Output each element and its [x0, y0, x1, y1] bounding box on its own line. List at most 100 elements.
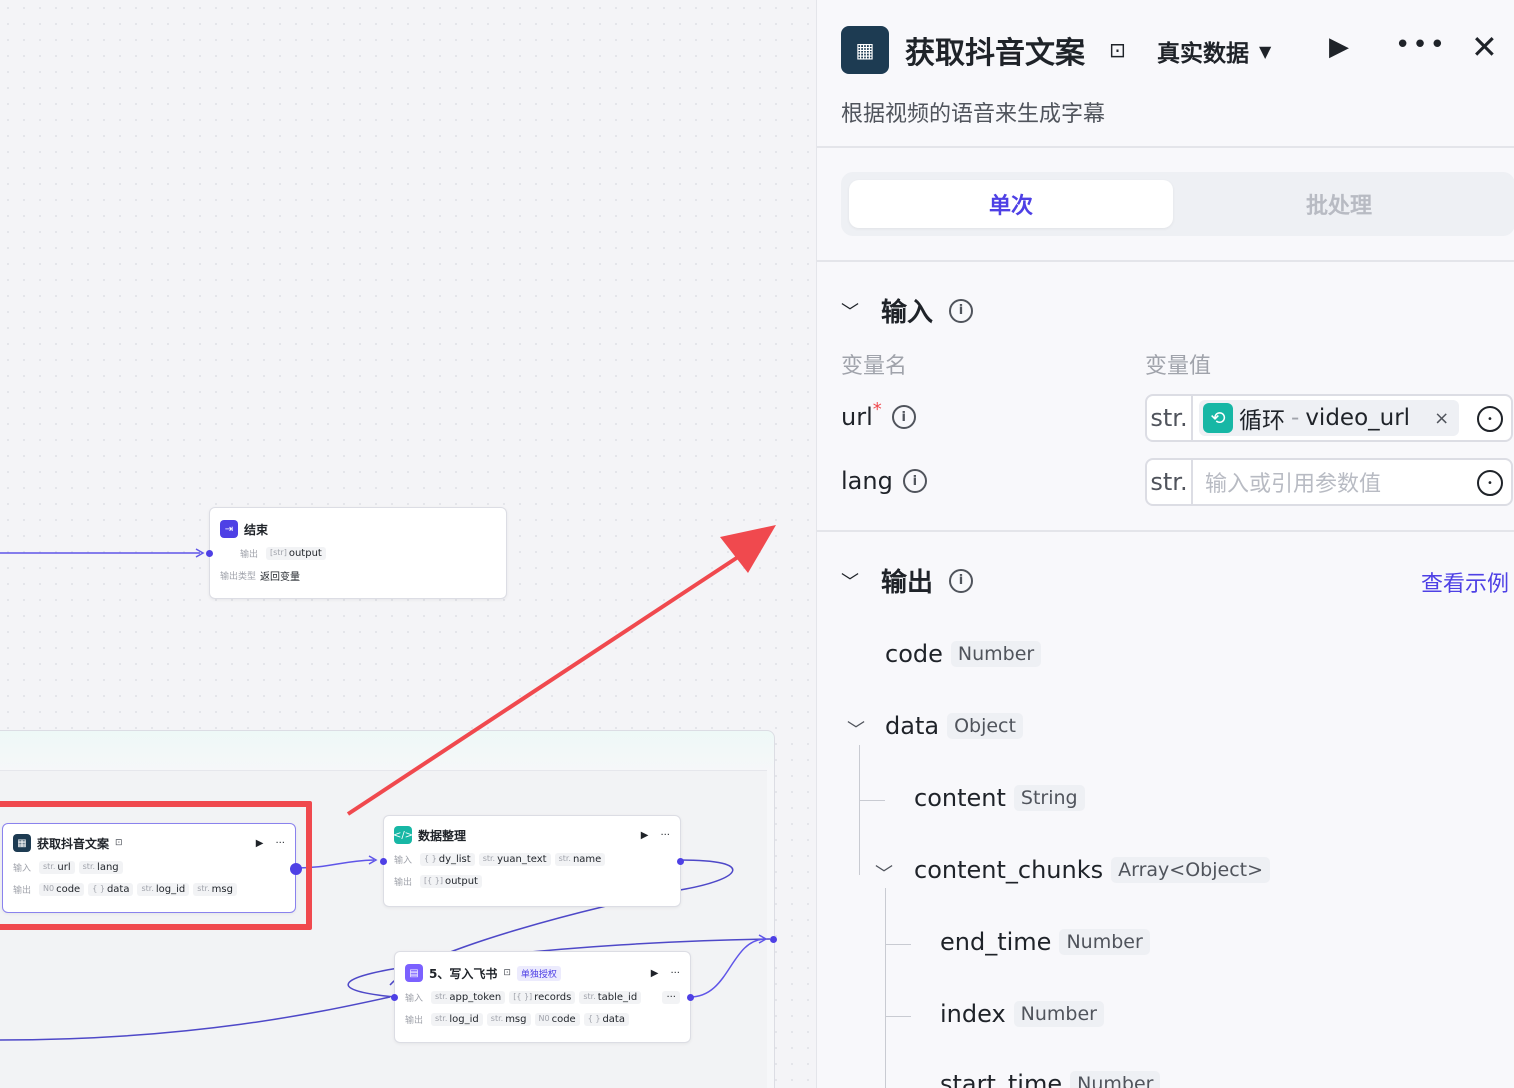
reference-tag[interactable]: ⟲ 循环 - video_url × — [1199, 400, 1460, 436]
input-chip-app-token: str. app_token — [431, 990, 506, 1004]
end-node-title: 结束 — [244, 522, 269, 537]
workflow-canvas[interactable]: ⇥ 结束 输出 [str] output 输出类型 返回变量 ▦ 获取抖音文案 ⊡… — [0, 0, 816, 1088]
input-section-header[interactable]: ﹀ 输入 i — [841, 292, 974, 329]
more-icon[interactable]: ··· — [670, 968, 680, 979]
plugin-icon: ⊡ — [503, 968, 511, 978]
caret-down-icon: ▼ — [1259, 41, 1272, 61]
feishu-node-title: 5、写入飞书 — [429, 966, 498, 981]
more-inputs-chip[interactable]: ··· — [662, 990, 680, 1004]
data-process-node[interactable]: </> 数据整理 ▶ ··· 输入 { } dy_list str. yuan_te… — [380, 815, 684, 907]
output-chip-msg: str. msg — [486, 1012, 531, 1026]
end-input-port[interactable] — [206, 550, 213, 557]
chevron-down-icon[interactable]: ﹀ — [841, 298, 865, 324]
feishu-out-label: 输出 — [405, 1015, 424, 1026]
tree-line — [885, 1016, 911, 1017]
end-mode-label: 输出类型 — [220, 571, 257, 582]
data-out-label: 输出 — [394, 877, 413, 888]
info-icon[interactable]: i — [902, 469, 927, 493]
feishu-node[interactable]: ▤ 5、写入飞书 ⊡ 单独授权 ▶ ··· 输入 str. app_token [… — [391, 951, 694, 1043]
end-mode-value: 返回变量 — [260, 571, 301, 583]
required-mark: * — [872, 398, 882, 420]
col-var-value: 变量值 — [1145, 354, 1212, 379]
tree-line — [885, 944, 911, 945]
ref-var: video_url — [1305, 405, 1411, 431]
run-node-icon[interactable]: ▶ — [641, 830, 649, 841]
feishu-output-port[interactable] — [687, 994, 694, 1001]
end-output-label: 输出 — [240, 549, 259, 560]
output-item-code: code Number — [885, 640, 1042, 668]
data-node-title: 数据整理 — [418, 828, 467, 843]
var-lang: lang i — [841, 467, 927, 495]
input-chip-yuan-text: str. yuan_text — [478, 852, 551, 866]
code-icon: </> — [393, 826, 413, 844]
run-node-icon[interactable]: ▶ — [651, 968, 659, 979]
variable-picker-icon[interactable]: • — [1477, 406, 1503, 432]
lang-value-field[interactable]: str. 输入或引用参数值 • — [1145, 458, 1513, 506]
var-lang-label: lang — [841, 467, 893, 495]
clear-icon[interactable]: × — [1434, 408, 1449, 429]
feishu-input-port[interactable] — [391, 994, 398, 1001]
output-item-data: data Object — [885, 712, 1023, 740]
lang-placeholder: 输入或引用参数值 — [1205, 472, 1382, 497]
output-item-start-time: start_time Number — [940, 1070, 1161, 1088]
panel-title: 获取抖音文案 — [905, 36, 1085, 71]
output-chip-data: { } data — [583, 1012, 629, 1026]
output-item-index: index Number — [940, 1000, 1104, 1028]
chevron-down-icon[interactable]: ﹀ — [875, 860, 893, 886]
highlight-box — [0, 801, 312, 930]
type-str-label: str. — [1147, 396, 1193, 440]
end-output-chip: [str] output — [266, 546, 326, 560]
info-icon[interactable]: i — [949, 568, 974, 593]
ref-separator: - — [1291, 405, 1300, 431]
data-mode-select[interactable]: 真实数据 ▼ — [1157, 34, 1271, 68]
type-str-label: str. — [1147, 460, 1193, 504]
more-icon[interactable]: ··· — [660, 830, 670, 841]
data-output-port[interactable] — [677, 858, 684, 865]
loop-output-port[interactable] — [770, 936, 777, 943]
highlight-arrowhead — [720, 525, 776, 573]
feishu-in-label: 输入 — [405, 993, 424, 1004]
plugin-icon: ⊡ — [1109, 38, 1126, 62]
end-node[interactable]: ⇥ 结束 输出 [str] output 输出类型 返回变量 — [206, 507, 507, 599]
output-item-content: content String — [914, 784, 1085, 812]
output-section-header[interactable]: ﹀ 输出 i — [841, 562, 974, 599]
input-chip-table-id: str. table_id — [579, 990, 642, 1004]
data-mode-label: 真实数据 — [1157, 41, 1249, 67]
var-url: url * i — [841, 399, 916, 431]
input-chip-records: [{ }] records — [509, 990, 576, 1004]
data-in-label: 输入 — [394, 855, 413, 866]
exit-icon: ⇥ — [220, 520, 238, 538]
panel-header: ▦ 获取抖音文案 ⊡ 真实数据 ▼ ▶ ••• ✕ 根据视频的语音来生成字幕 — [817, 0, 1514, 148]
variable-picker-icon[interactable]: • — [1477, 470, 1503, 496]
panel-description: 根据视频的语音来生成字幕 — [841, 102, 1106, 127]
view-example-link[interactable]: 查看示例 — [1421, 566, 1509, 598]
info-icon[interactable]: i — [891, 405, 916, 429]
output-item-content-chunks: content_chunks Array<Object> — [914, 856, 1271, 884]
tree-line — [859, 745, 860, 875]
more-icon[interactable]: ••• — [1395, 30, 1447, 60]
var-url-label: url — [841, 403, 873, 431]
output-item-end-time: end_time Number — [940, 928, 1150, 956]
output-chip-output: [{ }] output — [420, 874, 482, 888]
tab-single[interactable]: 单次 — [849, 180, 1173, 228]
info-icon[interactable]: i — [949, 298, 974, 323]
col-var-name: 变量名 — [841, 354, 908, 379]
tree-line — [885, 888, 886, 1088]
node-test-panel: ▦ 获取抖音文案 ⊡ 真实数据 ▼ ▶ ••• ✕ 根据视频的语音来生成字幕 单… — [816, 0, 1514, 1088]
close-icon[interactable]: ✕ — [1471, 28, 1498, 66]
chevron-down-icon[interactable]: ﹀ — [841, 568, 865, 594]
url-value-field[interactable]: str. ⟲ 循环 - video_url × • — [1145, 394, 1513, 442]
douyin-logo-icon: ▦ — [841, 26, 889, 74]
run-mode-tabs: 单次 批处理 — [841, 172, 1514, 236]
auth-badge[interactable]: 单独授权 — [516, 965, 561, 981]
loop-icon: ⟲ — [1203, 403, 1233, 433]
divider — [817, 260, 1514, 262]
divider — [817, 530, 1514, 532]
input-chip-name: str. name — [554, 852, 606, 866]
tab-batch[interactable]: 批处理 — [1177, 180, 1501, 228]
output-chip-log-id: str. log_id — [431, 1012, 483, 1026]
data-input-port[interactable] — [380, 858, 387, 865]
run-icon[interactable]: ▶ — [1329, 32, 1349, 62]
input-chip-dy-list: { } dy_list — [420, 852, 475, 866]
chevron-down-icon[interactable]: ﹀ — [847, 716, 865, 742]
